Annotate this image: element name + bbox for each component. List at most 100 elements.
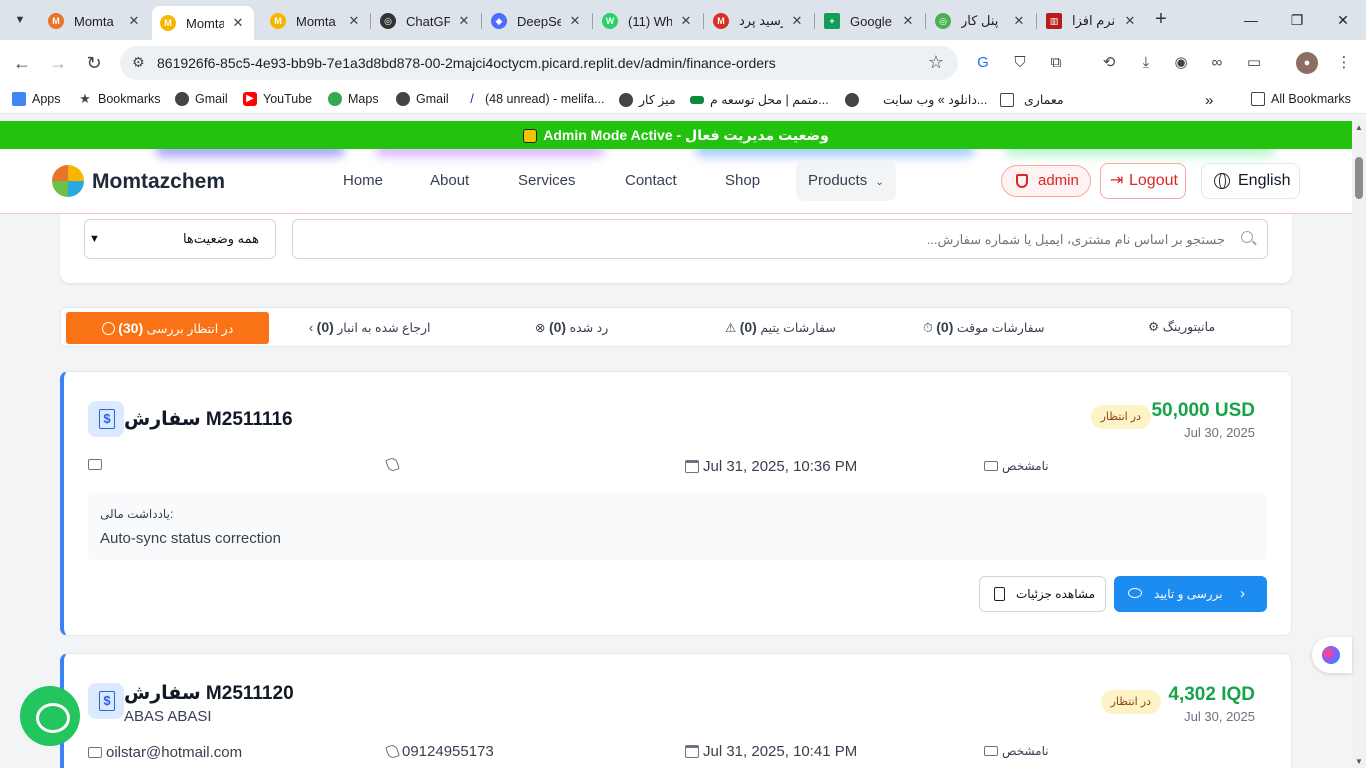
- gmail-icon: M: [713, 13, 729, 29]
- close-tab-icon[interactable]: ✕: [456, 13, 472, 29]
- reading-list-icon[interactable]: ▭: [1243, 52, 1265, 74]
- bookmarks-bar: Apps ★ Bookmarks Gmail ▶ YouTube Maps Gmai…: [0, 86, 1366, 114]
- brand-logo[interactable]: [52, 165, 84, 197]
- close-tab-icon[interactable]: ✕: [567, 13, 583, 29]
- review-approve-button[interactable]: بررسی و تایید ›: [1114, 576, 1267, 612]
- status-filter-select[interactable]: ▼ همه وضعیت‌ها: [84, 219, 276, 259]
- chat-widget-button[interactable]: [20, 686, 80, 746]
- view-details-button[interactable]: مشاهده جزئیات: [979, 576, 1106, 612]
- order-date: Jul 30, 2025: [1184, 709, 1255, 724]
- bookmark-maps[interactable]: Maps: [328, 92, 379, 106]
- reload-icon[interactable]: ↻: [82, 51, 106, 75]
- all-bookmarks-folder[interactable]: All Bookmarks: [1251, 92, 1351, 106]
- url-text[interactable]: 861926f6-85c5-4e93-bb9b-7e1a3d8bd878-00-…: [157, 55, 776, 71]
- tab-orphan-orders[interactable]: ⚠ (0) سفارشات یتیم: [725, 308, 836, 346]
- admin-mode-banner: Admin Mode Active - وضعیت مدیریت فعال: [0, 121, 1352, 149]
- close-tab-icon[interactable]: ✕: [678, 13, 694, 29]
- translate-icon[interactable]: G: [972, 52, 994, 74]
- globe-icon: [396, 92, 410, 106]
- nav-link-services[interactable]: Services: [518, 172, 576, 189]
- nav-link-home[interactable]: Home: [343, 172, 383, 189]
- order-phone: [385, 456, 402, 473]
- tab-monitoring[interactable]: ⚙ مانیتورینگ: [1148, 308, 1215, 346]
- bookmark-desk[interactable]: میز کار: [619, 92, 676, 107]
- close-tab-icon[interactable]: ✕: [1011, 13, 1027, 29]
- restore-icon[interactable]: ❐: [1285, 8, 1309, 32]
- order-card: سفارش M2511120 ABAS ABASI در انتظار 4,30…: [60, 653, 1292, 768]
- page-scrollbar[interactable]: ▲ ▼: [1352, 121, 1366, 768]
- tab-sent-to-warehouse[interactable]: ‹ (0) ارجاع شده به انبار: [309, 308, 431, 346]
- tab-separator: [592, 13, 593, 29]
- tab-separator: [481, 13, 482, 29]
- bookmark-star-icon[interactable]: ☆: [928, 52, 944, 73]
- bookmark-gmail-2[interactable]: Gmail: [396, 92, 449, 106]
- tab-search-dropdown-icon[interactable]: ▼: [8, 8, 32, 32]
- tab-separator: [370, 13, 371, 29]
- assistant-widget[interactable]: [1312, 637, 1352, 673]
- nav-products-dropdown[interactable]: Products ⌄: [796, 161, 896, 201]
- scroll-up-icon[interactable]: ▲: [1355, 123, 1363, 132]
- close-tab-icon[interactable]: ✕: [126, 13, 142, 29]
- nav-link-shop[interactable]: Shop: [725, 172, 760, 189]
- close-window-icon[interactable]: ✕: [1331, 8, 1355, 32]
- bookmark-bookmarks[interactable]: ★ Bookmarks: [78, 92, 160, 107]
- browser-tab-10[interactable]: ▥ نرم افزا ✕: [1038, 6, 1146, 36]
- screenshot-icon[interactable]: ◉: [1170, 52, 1192, 74]
- order-title: سفارش M2511120: [124, 683, 294, 704]
- nav-link-contact[interactable]: Contact: [625, 172, 677, 189]
- bookmark-youtube[interactable]: ▶ YouTube: [243, 92, 312, 106]
- google-sheets-icon: +: [824, 13, 840, 29]
- close-tab-icon[interactable]: ✕: [346, 13, 362, 29]
- language-switch-button[interactable]: English: [1201, 163, 1300, 199]
- close-tab-icon[interactable]: ✕: [900, 13, 916, 29]
- order-datetime: Jul 31, 2025, 10:36 PM: [685, 458, 857, 475]
- tab-temporary-orders[interactable]: ⏱ (0) سفارشات موقت: [923, 308, 1044, 346]
- close-tab-icon[interactable]: ✕: [1122, 13, 1138, 29]
- browser-tab-3[interactable]: M Momta ✕: [262, 6, 370, 36]
- minimize-icon[interactable]: —: [1239, 8, 1263, 32]
- bookmark-gmail-1[interactable]: Gmail: [175, 92, 228, 106]
- more-menu-icon[interactable]: ⋮: [1333, 52, 1355, 74]
- chatgpt-icon: ◎: [380, 13, 396, 29]
- browser-tab-7[interactable]: M رسید پرد ✕: [705, 6, 813, 36]
- phone-icon: [385, 743, 400, 760]
- site-settings-icon[interactable]: ⚙: [132, 54, 145, 71]
- extensions-puzzle-icon[interactable]: ⧉: [1045, 52, 1067, 74]
- browser-tab-9[interactable]: ◎ پنل کار ✕: [927, 6, 1035, 36]
- brand-name[interactable]: Momtazchem: [92, 170, 225, 194]
- browser-tab-5[interactable]: ◆ DeepSe ✕: [483, 6, 591, 36]
- scroll-down-icon[interactable]: ▼: [1355, 757, 1363, 766]
- url-omnibox[interactable]: ⚙ 861926f6-85c5-4e93-bb9b-7e1a3d8bd878-0…: [120, 46, 958, 80]
- history-icon[interactable]: ⟲: [1098, 52, 1120, 74]
- close-tab-icon[interactable]: ✕: [789, 13, 805, 29]
- order-email: oilstar@hotmail.com: [88, 744, 242, 761]
- close-tab-icon[interactable]: ✕: [230, 15, 246, 31]
- logout-button[interactable]: ⇥ Logout: [1100, 163, 1186, 199]
- bookmark-yahoo-mail[interactable]: / (48 unread) - melifa...: [465, 92, 604, 107]
- scrollbar-thumb[interactable]: [1355, 157, 1363, 199]
- download-icon[interactable]: ⤓: [1135, 52, 1157, 74]
- bookmark-motamem[interactable]: متمم | محل توسعه م...: [690, 92, 829, 107]
- order-search-input[interactable]: [292, 219, 1268, 259]
- status-badge: در انتظار: [1090, 405, 1151, 429]
- browser-tab-8[interactable]: + Google ✕: [816, 6, 924, 36]
- browser-tab-2-active[interactable]: M Momta ✕: [152, 6, 254, 40]
- browser-tab-6[interactable]: W (11) Wh ✕: [594, 6, 702, 36]
- bookmark-folder-architecture[interactable]: معماری: [1000, 92, 1064, 107]
- new-tab-icon[interactable]: +: [1150, 9, 1172, 31]
- forward-icon[interactable]: →: [46, 51, 70, 75]
- tab-pending-review[interactable]: (30) در انتظار بررسی: [66, 312, 269, 344]
- dollar-icon: [88, 683, 124, 719]
- bookmark-apps[interactable]: Apps: [12, 92, 61, 106]
- profile-avatar-icon[interactable]: ●: [1296, 52, 1318, 74]
- link-icon[interactable]: ∞: [1206, 52, 1228, 74]
- shield-extension-icon[interactable]: ⛉: [1009, 52, 1031, 74]
- bookmark-download[interactable]: دانلود » وب سایت...: [845, 92, 987, 107]
- tab-rejected[interactable]: ⊗ (0) رد شده: [535, 308, 608, 346]
- browser-tab-4[interactable]: ◎ ChatGP ✕: [372, 6, 480, 36]
- more-bookmarks-icon[interactable]: »: [1205, 92, 1213, 109]
- nav-link-about[interactable]: About: [430, 172, 469, 189]
- back-icon[interactable]: ←: [10, 51, 34, 75]
- browser-tab-1[interactable]: M Momta ✕: [40, 6, 150, 36]
- brain-icon: [1322, 646, 1340, 664]
